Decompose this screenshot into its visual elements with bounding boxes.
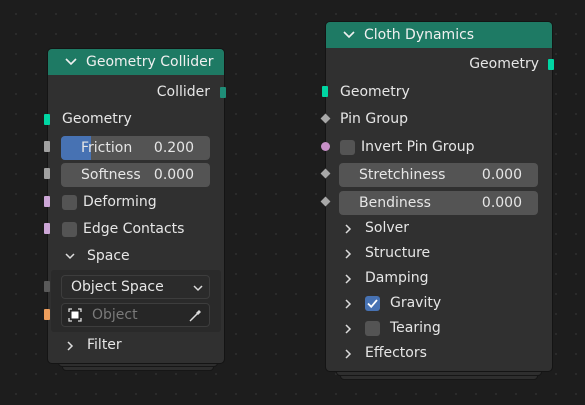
chevron-right-icon xyxy=(345,224,352,234)
collider-output-label: Collider xyxy=(156,84,210,100)
geometry-input-label: Geometry xyxy=(340,84,410,100)
structure-panel-label: Structure xyxy=(365,245,431,261)
chevron-down-icon xyxy=(65,253,75,260)
friction-socket[interactable] xyxy=(44,141,50,152)
geometry-input-label: Geometry xyxy=(62,111,132,127)
pin-group-label: Pin Group xyxy=(340,111,408,127)
collider-output-socket[interactable] xyxy=(220,87,226,98)
object-socket[interactable] xyxy=(44,309,50,320)
edge-contacts-label: Edge Contacts xyxy=(83,221,185,237)
filter-panel-header[interactable]: Filter xyxy=(48,333,224,359)
invert-pin-group-checkbox[interactable] xyxy=(340,140,355,155)
geometry-collider-header[interactable]: Geometry Collider xyxy=(48,49,224,75)
chevron-right-icon xyxy=(345,249,352,259)
gravity-checkbox[interactable] xyxy=(365,296,380,311)
chevron-right-icon xyxy=(345,324,352,334)
damping-panel-header[interactable]: Damping xyxy=(326,267,552,292)
effectors-panel-header[interactable]: Effectors xyxy=(326,342,552,367)
chevron-right-icon xyxy=(67,341,74,351)
bendiness-field[interactable]: Bendiness 0.000 xyxy=(339,191,538,215)
node-title: Geometry Collider xyxy=(86,54,214,70)
filter-panel-label: Filter xyxy=(87,337,122,353)
softness-label: Softness xyxy=(81,167,141,183)
object-icon xyxy=(68,308,82,322)
deforming-socket[interactable] xyxy=(44,196,50,207)
stretchiness-value: 0.000 xyxy=(481,167,522,183)
friction-field[interactable]: Friction 0.200 xyxy=(61,136,210,160)
space-socket[interactable] xyxy=(44,281,50,292)
friction-label: Friction xyxy=(81,140,133,156)
space-dropdown[interactable]: Object Space xyxy=(61,275,210,299)
geometry-output-socket[interactable] xyxy=(548,59,554,70)
geometry-output-label: Geometry xyxy=(469,56,539,72)
chevron-right-icon xyxy=(345,274,352,284)
softness-field[interactable]: Softness 0.000 xyxy=(61,163,210,187)
geometry-input-socket[interactable] xyxy=(322,86,328,97)
solver-panel-header[interactable]: Solver xyxy=(326,217,552,242)
bendiness-value: 0.000 xyxy=(481,195,522,211)
chevron-right-icon xyxy=(345,299,352,309)
softness-value: 0.000 xyxy=(153,167,194,183)
edge-contacts-socket[interactable] xyxy=(44,223,50,234)
tearing-panel-label: Tearing xyxy=(390,320,441,336)
edge-contacts-checkbox[interactable] xyxy=(62,222,77,237)
friction-value: 0.200 xyxy=(153,140,194,156)
geometry-input-socket[interactable] xyxy=(44,114,50,125)
solver-panel-label: Solver xyxy=(365,220,409,236)
node-title: Cloth Dynamics xyxy=(364,27,475,43)
deforming-label: Deforming xyxy=(83,194,157,210)
geometry-collider-node[interactable]: Geometry Collider Collider Geometry Fric… xyxy=(47,48,225,364)
structure-panel-header[interactable]: Structure xyxy=(326,242,552,267)
chevron-down-icon[interactable] xyxy=(64,55,78,69)
space-dropdown-value: Object Space xyxy=(71,279,164,295)
stretchiness-field[interactable]: Stretchiness 0.000 xyxy=(339,163,538,187)
tearing-panel-header[interactable]: Tearing xyxy=(326,317,552,342)
softness-socket[interactable] xyxy=(44,168,50,179)
chevron-down-icon xyxy=(193,285,203,292)
deforming-checkbox[interactable] xyxy=(62,195,77,210)
gravity-panel-label: Gravity xyxy=(390,295,442,311)
chevron-down-icon[interactable] xyxy=(342,28,356,42)
damping-panel-label: Damping xyxy=(365,270,429,286)
cloth-dynamics-node[interactable]: Cloth Dynamics Geometry Geometry Pin Gro… xyxy=(325,21,553,372)
space-panel-header[interactable]: Space xyxy=(48,243,224,269)
invert-pin-group-socket[interactable] xyxy=(321,142,330,151)
chevron-right-icon xyxy=(345,349,352,359)
space-panel-label: Space xyxy=(87,248,130,264)
object-placeholder: Object xyxy=(92,307,138,323)
cloth-dynamics-header[interactable]: Cloth Dynamics xyxy=(326,22,552,48)
tearing-checkbox[interactable] xyxy=(365,321,380,336)
effectors-panel-label: Effectors xyxy=(365,345,427,361)
stretchiness-label: Stretchiness xyxy=(359,167,446,183)
eyedropper-icon[interactable] xyxy=(188,307,204,323)
invert-pin-group-label: Invert Pin Group xyxy=(361,139,475,155)
checkmark-icon xyxy=(367,299,378,309)
object-field[interactable]: Object xyxy=(61,303,210,327)
gravity-panel-header[interactable]: Gravity xyxy=(326,292,552,317)
bendiness-label: Bendiness xyxy=(359,195,431,211)
